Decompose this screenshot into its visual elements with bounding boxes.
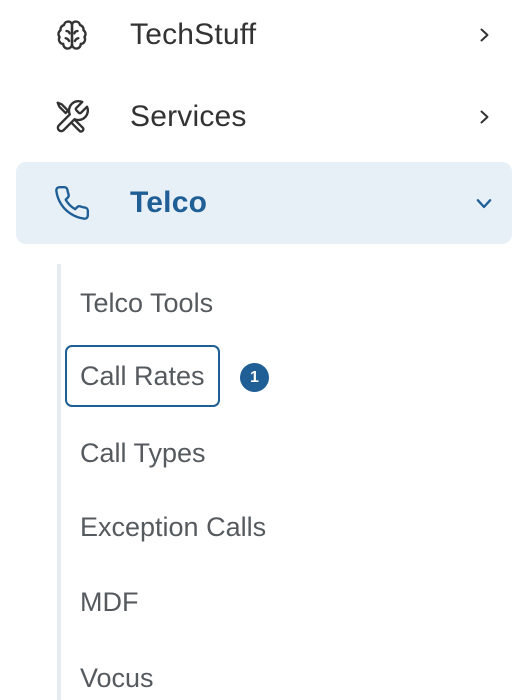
submenu-item-label: Exception Calls bbox=[80, 511, 267, 542]
submenu-item-call-rates[interactable]: Call Rates bbox=[65, 345, 220, 407]
submenu-item-mdf[interactable]: MDF bbox=[65, 571, 153, 633]
sidebar-item-telco[interactable]: Telco bbox=[16, 162, 512, 244]
submenu-item-exception-calls[interactable]: Exception Calls bbox=[65, 496, 281, 558]
brain-icon bbox=[52, 15, 92, 55]
sidebar-item-label: TechStuff bbox=[130, 18, 257, 51]
chevron-right-icon bbox=[474, 25, 494, 45]
chevron-down-icon bbox=[474, 193, 494, 213]
submenu-rail bbox=[57, 264, 61, 700]
notification-badge: 1 bbox=[240, 363, 269, 392]
submenu-item-label: Call Types bbox=[80, 437, 206, 468]
chevron-right-icon bbox=[474, 107, 494, 127]
tools-icon bbox=[52, 97, 92, 137]
submenu-item-label: Call Rates bbox=[80, 360, 205, 391]
submenu-item-call-types[interactable]: Call Types bbox=[65, 422, 221, 484]
phone-icon bbox=[52, 183, 92, 223]
sidebar-item-label: Telco bbox=[130, 186, 208, 219]
submenu-item-label: MDF bbox=[80, 586, 139, 617]
submenu-item-vocus[interactable]: Vocus bbox=[65, 647, 169, 700]
sidebar-item-services[interactable]: Services bbox=[16, 76, 512, 158]
sidebar-item-techstuff[interactable]: TechStuff bbox=[16, 0, 512, 76]
submenu-item-telco-tools[interactable]: Telco Tools bbox=[65, 272, 228, 334]
sidebar-nav: TechStuff Services Telco Telco Tools Cal… bbox=[0, 0, 512, 700]
submenu-item-label: Vocus bbox=[80, 662, 154, 693]
telco-submenu: Telco Tools Call Rates 1 Call Types Exce… bbox=[57, 264, 512, 700]
sidebar-item-label: Services bbox=[130, 100, 247, 133]
submenu-item-label: Telco Tools bbox=[80, 287, 214, 318]
